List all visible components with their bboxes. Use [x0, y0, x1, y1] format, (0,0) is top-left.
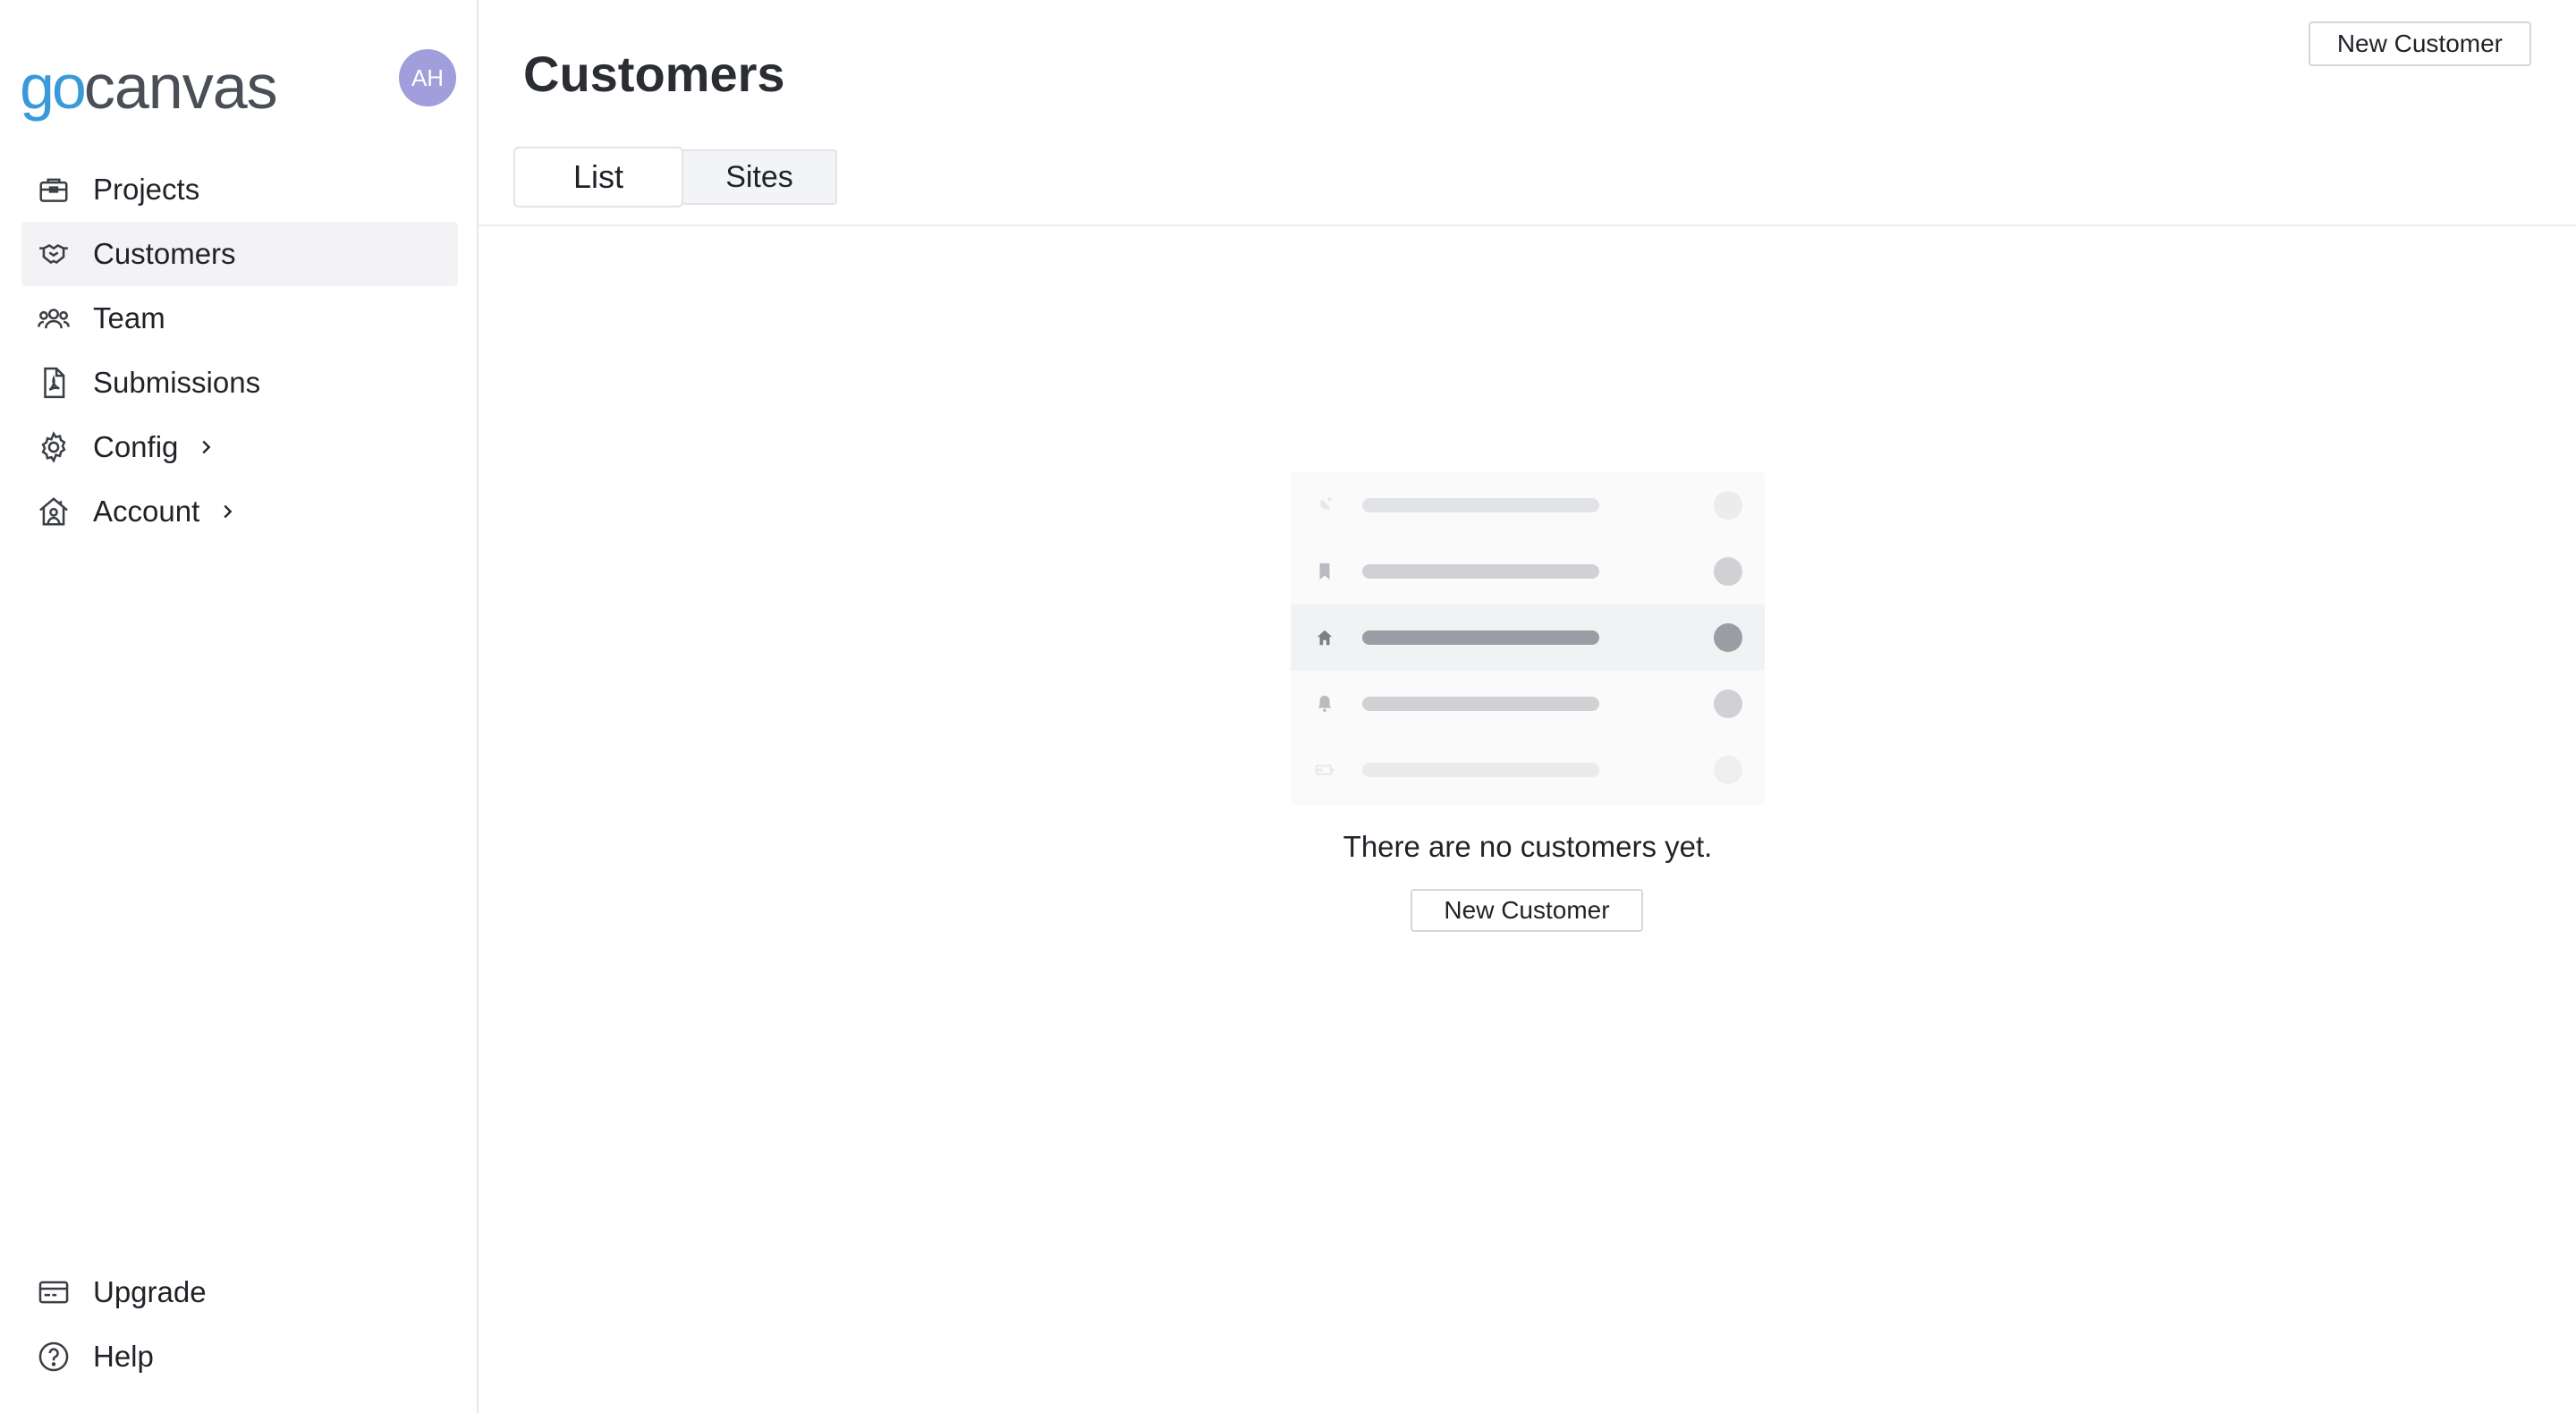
- home-icon: [1314, 627, 1335, 648]
- sidebar-item-label: Projects: [93, 173, 200, 206]
- house-user-icon: [36, 494, 72, 529]
- illustration-dot: [1714, 690, 1742, 718]
- sidebar-bottom-nav: Upgrade Help: [21, 1260, 458, 1389]
- header-divider: [479, 224, 2576, 226]
- empty-state-new-customer-button[interactable]: New Customer: [1411, 889, 1643, 932]
- illustration-bar: [1362, 763, 1599, 777]
- sidebar: go canvas AH Projects Customers Team Sub…: [0, 0, 479, 1413]
- illustration-bar: [1362, 498, 1599, 512]
- sidebar-item-label: Account: [93, 495, 200, 528]
- tab-sites[interactable]: Sites: [682, 149, 837, 205]
- illustration-dot: [1714, 491, 1742, 520]
- bookmark-icon: [1314, 561, 1335, 582]
- pdf-document-icon: [36, 365, 72, 401]
- chevron-right-icon: [217, 502, 237, 521]
- sidebar-item-label: Team: [93, 301, 165, 334]
- illustration-dot: [1714, 623, 1742, 652]
- sidebar-nav: Projects Customers Team Submissions Conf…: [21, 157, 458, 544]
- illustration-row: [1291, 472, 1765, 538]
- illustration-dot: [1714, 557, 1742, 586]
- sidebar-item-label: Customers: [93, 237, 236, 270]
- chevron-right-icon: [196, 437, 216, 457]
- illustration-bar: [1362, 564, 1599, 579]
- sidebar-item-submissions[interactable]: Submissions: [21, 351, 458, 415]
- sidebar-item-help[interactable]: Help: [21, 1324, 458, 1389]
- battery-icon: [1314, 759, 1335, 781]
- team-icon: [36, 300, 72, 336]
- view-tabs: List Sites: [513, 147, 837, 207]
- sidebar-item-label: Upgrade: [93, 1275, 207, 1308]
- help-circle-icon: [36, 1339, 72, 1375]
- tab-list[interactable]: List: [513, 147, 683, 207]
- illustration-bar: [1362, 697, 1599, 711]
- illustration-bar: [1362, 630, 1599, 645]
- bell-icon: [1314, 693, 1335, 715]
- sidebar-item-label: Submissions: [93, 366, 261, 399]
- gocanvas-logo[interactable]: go canvas: [20, 47, 278, 122]
- credit-card-icon: [36, 1274, 72, 1310]
- sidebar-item-team[interactable]: Team: [21, 286, 458, 351]
- illustration-dot: [1714, 756, 1742, 784]
- sidebar-item-upgrade[interactable]: Upgrade: [21, 1260, 458, 1324]
- sidebar-item-projects[interactable]: Projects: [21, 157, 458, 222]
- sidebar-item-account[interactable]: Account: [21, 479, 458, 544]
- satellite-dish-icon: [1314, 495, 1335, 516]
- illustration-row: [1291, 737, 1765, 803]
- logo-go: go: [20, 52, 87, 122]
- illustration-row-highlight: [1291, 605, 1765, 671]
- empty-state-illustration: [1291, 472, 1765, 805]
- illustration-row: [1291, 671, 1765, 737]
- gear-icon: [36, 429, 72, 465]
- sidebar-item-label: Config: [93, 430, 179, 463]
- sidebar-item-customers[interactable]: Customers: [21, 222, 458, 286]
- page-title: Customers: [523, 46, 785, 102]
- sidebar-item-config[interactable]: Config: [21, 415, 458, 479]
- illustration-row: [1291, 538, 1765, 605]
- app-window: go canvas AH Projects Customers Team Sub…: [0, 0, 2576, 1413]
- logo-canvas: canvas: [83, 52, 278, 122]
- sidebar-item-label: Help: [93, 1340, 154, 1373]
- handshake-icon: [36, 236, 72, 272]
- briefcase-icon: [36, 172, 72, 207]
- empty-state-message: There are no customers yet.: [1343, 830, 1713, 863]
- new-customer-button[interactable]: New Customer: [2308, 21, 2531, 66]
- user-avatar[interactable]: AH: [399, 49, 456, 106]
- main-content: Customers New Customer List Sites There …: [479, 0, 2576, 1413]
